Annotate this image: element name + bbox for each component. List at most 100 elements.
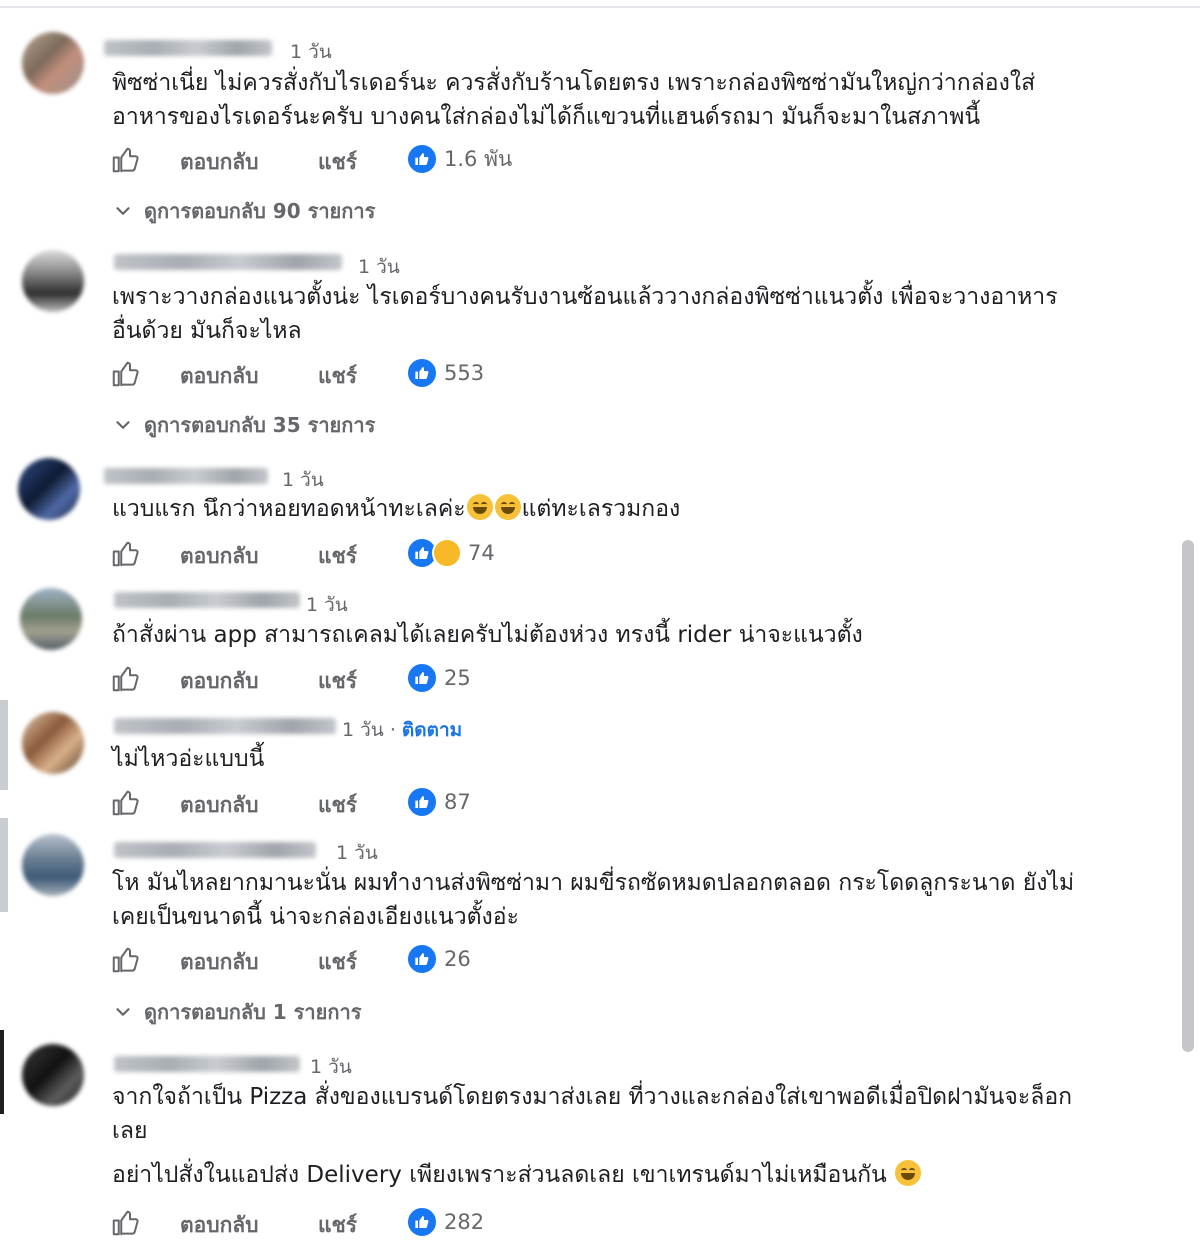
share-button[interactable]: แชร์	[318, 360, 357, 393]
thumbs-up-icon[interactable]	[110, 788, 140, 818]
scrollbar-thumb[interactable]	[1182, 540, 1194, 1052]
reaction-summary[interactable]: 25	[406, 662, 471, 694]
comment-7: 1 วัน จากใจถ้าเป็น Pizza สั่งของแบรนด์โด…	[0, 1038, 1180, 1257]
view-replies-label: ดูการตอบกลับ 35 รายการ	[144, 413, 376, 437]
thumbs-up-icon[interactable]	[110, 664, 140, 694]
comment-line: โห มันไหลยากมานะนั่น ผมทำงานส่งพิซซ่ามา …	[112, 870, 1075, 896]
avatar[interactable]	[22, 250, 84, 312]
reply-button[interactable]: ตอบกลับ	[180, 360, 259, 393]
comment-timestamp: 1 วัน · ติดตาม	[342, 719, 463, 741]
comment-line: เคยเป็นขนาดนี้ น่าจะกล่องเอียงแนวตั้งอ่ะ	[112, 904, 519, 930]
share-button[interactable]: แชร์	[318, 665, 357, 698]
comment-line: แวบแรก นึกว่าหอยทอดหน้าทะเลค่ะ	[112, 496, 466, 522]
comment-2: 1 วัน เพราะวางกล่องแนวตั้งน่ะ ไรเดอร์บาง…	[0, 240, 1180, 450]
comment-actions: ตอบกลับ แชร์ 87	[110, 786, 610, 820]
view-replies-button[interactable]: ดูการตอบกลับ 90 รายการ	[112, 195, 375, 227]
thumbs-up-icon[interactable]	[110, 145, 140, 175]
commenter-name-redacted[interactable]	[104, 468, 268, 484]
comment-text: โห มันไหลยากมานะนั่น ผมทำงานส่งพิซซ่ามา …	[112, 866, 1152, 934]
reaction-count: 26	[444, 947, 471, 971]
grinning-emoji-icon	[466, 494, 493, 520]
view-replies-button[interactable]: ดูการตอบกลับ 35 รายการ	[112, 409, 375, 441]
comment-timestamp[interactable]: 1 วัน	[306, 590, 348, 620]
commenter-name-redacted[interactable]	[114, 718, 336, 734]
comment-actions: ตอบกลับ แชร์ 74	[110, 537, 610, 571]
reaction-count: 1.6 พัน	[444, 146, 513, 171]
share-button[interactable]: แชร์	[318, 789, 357, 822]
reply-button[interactable]: ตอบกลับ	[180, 665, 259, 698]
share-button[interactable]: แชร์	[318, 946, 357, 979]
comment-3: 1 วัน แวบแรก นึกว่าหอยทอดหน้าทะเลค่ะ แต่ท…	[0, 452, 1180, 582]
comment-text: พิซซ่าเนี่ย ไม่ควรสั่งกับไรเดอร์นะ ควรสั…	[112, 66, 1152, 134]
comment-text: เพราะวางกล่องแนวตั้งน่ะ ไรเดอร์บางคนรับง…	[112, 280, 1152, 348]
reply-button[interactable]: ตอบกลับ	[180, 1209, 259, 1242]
commenter-name-redacted[interactable]	[114, 254, 342, 270]
comment-timestamp[interactable]: 1 วัน	[282, 465, 324, 495]
reaction-summary[interactable]: 1.6 พัน	[406, 143, 513, 175]
like-reaction-icon	[406, 357, 438, 389]
comment-timestamp[interactable]: 1 วัน	[358, 252, 400, 282]
timestamp-text[interactable]: 1 วัน	[342, 719, 384, 741]
reaction-count: 25	[444, 666, 471, 690]
reply-button[interactable]: ตอบกลับ	[180, 946, 259, 979]
like-reaction-icon	[406, 662, 438, 694]
comment-1: 1 วัน พิซซ่าเนี่ย ไม่ควรสั่งกับไรเดอร์นะ…	[0, 0, 1180, 240]
grinning-emoji-icon	[494, 494, 521, 520]
commenter-name-redacted[interactable]	[114, 592, 300, 608]
view-replies-label: ดูการตอบกลับ 90 รายการ	[144, 199, 376, 223]
reaction-summary[interactable]: 553	[406, 357, 485, 389]
reaction-summary[interactable]: 282	[406, 1206, 484, 1238]
commenter-name-redacted[interactable]	[114, 842, 316, 858]
comment-actions: ตอบกลับ แชร์ 26	[110, 943, 610, 977]
comment-actions: ตอบกลับ แชร์ 1.6 พัน	[110, 143, 610, 177]
share-button[interactable]: แชร์	[318, 540, 357, 573]
chevron-down-icon	[116, 1008, 130, 1016]
comment-timestamp[interactable]: 1 วัน	[290, 37, 332, 67]
comment-actions: ตอบกลับ แชร์ 25	[110, 662, 610, 696]
reply-button[interactable]: ตอบกลับ	[180, 789, 259, 822]
comment-line: ไม่ไหวอ่ะแบบนี้	[112, 746, 265, 772]
thumbs-up-icon[interactable]	[110, 1208, 140, 1238]
comment-timestamp[interactable]: 1 วัน	[310, 1052, 352, 1082]
comment-5: 1 วัน · ติดตาม ไม่ไหวอ่ะแบบนี้ ตอบกลับ แ…	[0, 704, 1180, 826]
like-reaction-icon	[406, 1206, 438, 1238]
reply-button[interactable]: ตอบกลับ	[180, 146, 259, 179]
share-button[interactable]: แชร์	[318, 146, 357, 179]
view-replies-button[interactable]: ดูการตอบกลับ 1 รายการ	[112, 996, 361, 1028]
thumbs-up-icon[interactable]	[110, 945, 140, 975]
comment-line: ถ้าสั่งผ่าน app สามารถเคลมได้เลยครับไม่ต…	[112, 622, 863, 648]
view-replies-label: ดูการตอบกลับ 1 รายการ	[144, 1000, 362, 1024]
share-button[interactable]: แชร์	[318, 1209, 357, 1242]
follow-button[interactable]: ติดตาม	[402, 719, 462, 741]
haha-reaction-icon	[432, 538, 462, 568]
reaction-summary[interactable]: 26	[406, 943, 471, 975]
comment-line: เลย	[112, 1118, 148, 1144]
reaction-count: 87	[444, 790, 471, 814]
avatar[interactable]	[18, 458, 80, 520]
comment-line: อื่นด้วย มันก็จะไหล	[112, 318, 302, 344]
comment-line: จากใจถ้าเป็น Pizza สั่งของแบรนด์โดยตรงมา…	[112, 1084, 1073, 1110]
comment-text: ถ้าสั่งผ่าน app สามารถเคลมได้เลยครับไม่ต…	[112, 618, 1152, 652]
avatar[interactable]	[22, 1044, 84, 1106]
thumbs-up-icon[interactable]	[110, 359, 140, 389]
comment-4: 1 วัน ถ้าสั่งผ่าน app สามารถเคลมได้เลยคร…	[0, 582, 1180, 702]
reaction-count: 553	[444, 361, 485, 385]
scrollbar[interactable]	[1182, 540, 1194, 1052]
avatar[interactable]	[22, 32, 84, 94]
avatar[interactable]	[22, 712, 84, 774]
reaction-summary[interactable]: 74	[406, 537, 495, 569]
commenter-name-redacted[interactable]	[114, 1056, 300, 1072]
like-reaction-icon	[406, 786, 438, 818]
reaction-count: 74	[468, 541, 495, 565]
smiling-emoji-icon	[895, 1160, 922, 1186]
chevron-down-icon	[116, 207, 130, 215]
reply-button[interactable]: ตอบกลับ	[180, 540, 259, 573]
avatar[interactable]	[20, 588, 82, 650]
comment-text: แวบแรก นึกว่าหอยทอดหน้าทะเลค่ะ แต่ทะเลรวม…	[112, 492, 1152, 526]
comment-timestamp[interactable]: 1 วัน	[336, 838, 378, 868]
commenter-name-redacted[interactable]	[104, 40, 272, 56]
avatar[interactable]	[22, 834, 84, 896]
chevron-down-icon	[116, 421, 130, 429]
thumbs-up-icon[interactable]	[110, 539, 140, 569]
reaction-summary[interactable]: 87	[406, 786, 471, 818]
